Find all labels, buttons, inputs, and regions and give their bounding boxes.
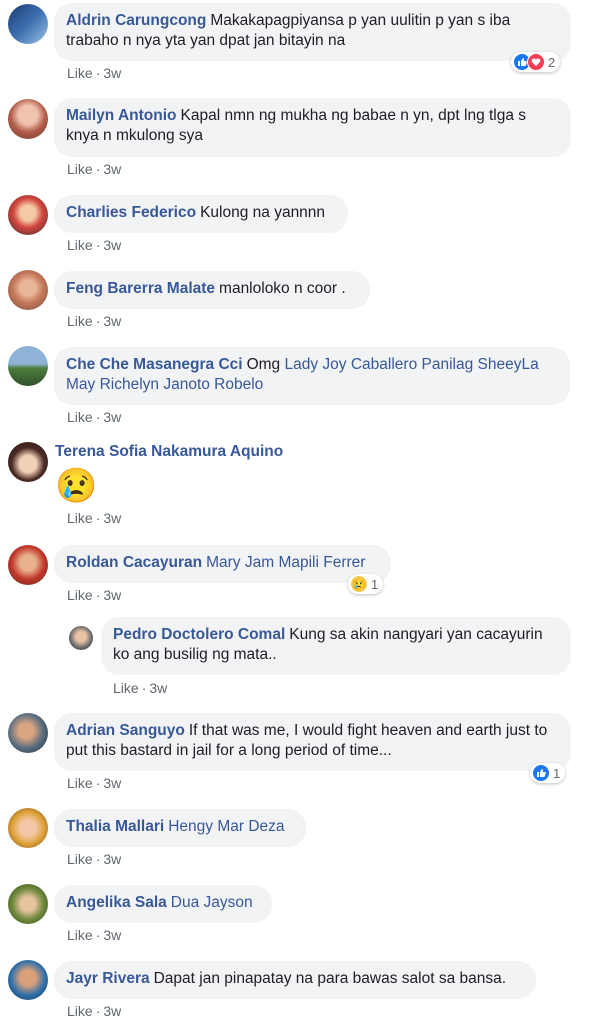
comment-text: Kulong na yannnn	[200, 204, 326, 221]
comment-bubble: Jayr Rivera Dapat jan pinapatay na para b…	[54, 961, 536, 999]
heart-icon	[527, 53, 545, 71]
commenter-name[interactable]: Roldan Cacayuran	[66, 554, 202, 571]
avatar[interactable]	[8, 99, 48, 139]
reaction-count: 2	[548, 54, 556, 70]
like-link[interactable]: Like	[67, 237, 93, 253]
reaction-summary[interactable]: 1	[530, 763, 566, 783]
timestamp[interactable]: 3w	[103, 587, 121, 603]
comment-meta: Like · 3w	[67, 587, 122, 603]
timestamp[interactable]: 3w	[149, 680, 167, 696]
comment-bubble: Charlies Federico Kulong na yannnn	[54, 195, 348, 233]
timestamp[interactable]: 3w	[103, 510, 121, 526]
timestamp[interactable]: 3w	[103, 161, 121, 177]
avatar[interactable]	[8, 4, 48, 44]
like-link[interactable]: Like	[67, 927, 93, 943]
avatar[interactable]	[8, 808, 48, 848]
comment-bubble: Roldan Cacayuran Mary Jam Mapili Ferrer	[54, 545, 391, 583]
timestamp[interactable]: 3w	[103, 65, 121, 81]
commenter-name[interactable]: Terena Sofia Nakamura Aquino	[55, 443, 283, 461]
comment-meta: Like · 3w	[67, 775, 122, 791]
like-link[interactable]: Like	[67, 1003, 93, 1019]
reaction-summary[interactable]: 😢 1	[348, 574, 384, 594]
thumbs-up-icon	[532, 764, 550, 782]
commenter-name[interactable]: Feng Barerra Malate	[66, 280, 215, 297]
comment-meta: Like · 3w	[67, 1003, 122, 1019]
like-link[interactable]: Like	[67, 851, 93, 867]
commenter-name[interactable]: Jayr Rivera	[66, 970, 150, 987]
commenter-name[interactable]: Angelika Sala	[66, 894, 167, 911]
like-link[interactable]: Like	[67, 409, 93, 425]
comment-meta: Like · 3w	[67, 927, 122, 943]
like-link[interactable]: Like	[67, 775, 93, 791]
commenter-name[interactable]: Aldrin Carungcong	[66, 12, 206, 29]
emoji-comment: 😢	[55, 467, 98, 505]
comment-meta: Like · 3w	[67, 65, 122, 81]
reaction-summary[interactable]: 2	[511, 52, 561, 72]
commenter-name[interactable]: Adrian Sanguyo	[66, 722, 185, 739]
comment-bubble: Thalia Mallari Hengy Mar Deza	[54, 809, 306, 847]
comment-meta: Like · 3w	[67, 161, 122, 177]
avatar[interactable]	[8, 346, 48, 386]
tagged-users[interactable]: Dua Jayson	[171, 894, 253, 911]
reply-bubble: Pedro Doctolero Comal Kung sa akin nangya…	[101, 617, 571, 675]
timestamp[interactable]: 3w	[103, 409, 121, 425]
sad-face-icon: 😢	[350, 575, 368, 593]
reaction-count: 1	[371, 576, 379, 592]
like-link[interactable]: Like	[67, 510, 93, 526]
timestamp[interactable]: 3w	[103, 927, 121, 943]
avatar[interactable]	[8, 713, 48, 753]
commenter-name[interactable]: Pedro Doctolero Comal	[113, 626, 285, 643]
commenter-name[interactable]: Che Che Masanegra Cci	[66, 356, 243, 373]
like-link[interactable]: Like	[67, 313, 93, 329]
commenter-name[interactable]: Charlies Federico	[66, 204, 196, 221]
like-link[interactable]: Like	[67, 587, 93, 603]
avatar[interactable]	[8, 442, 48, 482]
avatar[interactable]	[8, 545, 48, 585]
comment-bubble: Adrian Sanguyo If that was me, I would fi…	[54, 713, 571, 771]
comment-bubble: Feng Barerra Malate manloloko n coor .	[54, 271, 370, 309]
avatar[interactable]	[69, 626, 93, 650]
commenter-name[interactable]: Mailyn Antonio	[66, 107, 177, 124]
timestamp[interactable]: 3w	[103, 775, 121, 791]
commenter-name[interactable]: Thalia Mallari	[66, 818, 164, 835]
like-link[interactable]: Like	[113, 680, 139, 696]
like-link[interactable]: Like	[67, 161, 93, 177]
comment-text: Dapat jan pinapatay na para bawas salot …	[153, 970, 507, 987]
avatar[interactable]	[8, 884, 48, 924]
avatar[interactable]	[8, 960, 48, 1000]
comment-meta: Like · 3w	[67, 409, 122, 425]
timestamp[interactable]: 3w	[103, 313, 121, 329]
comment-meta: Like · 3w	[67, 510, 122, 526]
reaction-count: 1	[553, 765, 561, 781]
comment-meta: Like · 3w	[67, 851, 122, 867]
comment-meta: Like · 3w	[67, 237, 122, 253]
comment-meta: Like · 3w	[67, 313, 122, 329]
tagged-users[interactable]: Hengy Mar Deza	[168, 818, 284, 835]
comment-bubble: Angelika Sala Dua Jayson	[54, 885, 272, 923]
comment-meta: Like · 3w	[113, 680, 168, 696]
comment-bubble: Aldrin Carungcong Makakapagpiyansa p yan …	[54, 3, 571, 61]
comment-text: manloloko n coor .	[219, 280, 346, 297]
tagged-users[interactable]: Mary Jam Mapili Ferrer	[206, 554, 365, 571]
avatar[interactable]	[8, 270, 48, 310]
timestamp[interactable]: 3w	[103, 1003, 121, 1019]
comment-bubble: Che Che Masanegra Cci Omg Lady Joy Caball…	[54, 347, 570, 405]
timestamp[interactable]: 3w	[103, 237, 121, 253]
timestamp[interactable]: 3w	[103, 851, 121, 867]
like-link[interactable]: Like	[67, 65, 93, 81]
comment-bubble: Mailyn Antonio Kapal nmn ng mukha ng baba…	[54, 98, 571, 157]
comment-text: Omg	[246, 356, 281, 373]
avatar[interactable]	[8, 195, 48, 235]
